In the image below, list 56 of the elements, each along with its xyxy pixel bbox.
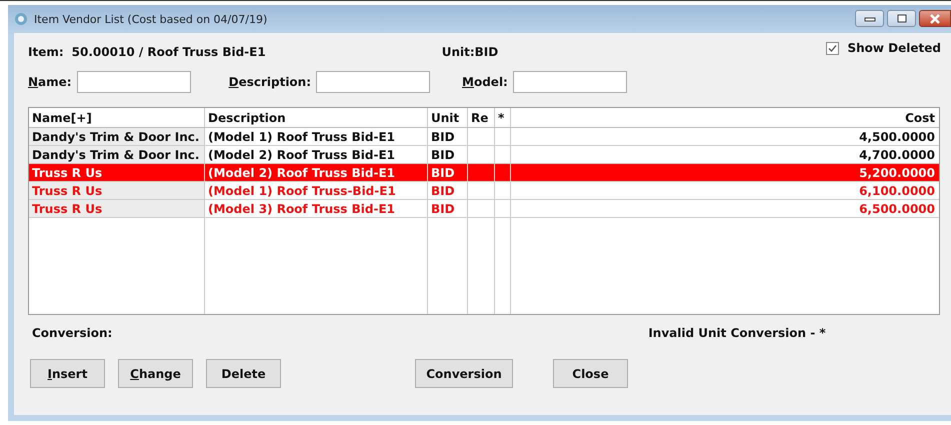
table-cell: Dandy's Trim & Door Inc. xyxy=(32,148,200,162)
column-header[interactable]: Name[+] xyxy=(29,108,205,127)
table-row[interactable]: Truss R Us (Model 1) Roof Truss-Bid-E1 BID 6,100.0000 xyxy=(29,182,939,200)
conversion-label: Conversion: xyxy=(32,326,112,340)
action-button[interactable]: Insert xyxy=(30,359,105,388)
invalid-conversion-note: Invalid Unit Conversion - * xyxy=(648,326,826,340)
filter-label: Name: xyxy=(28,75,72,89)
minimize-icon xyxy=(864,16,876,22)
table-cell: (Model 3) Roof Truss Bid-E1 xyxy=(208,202,395,216)
filter-label: Model: xyxy=(462,75,508,89)
close-button[interactable] xyxy=(919,10,951,27)
table-cell: Truss R Us xyxy=(32,166,102,180)
table-cell: (Model 2) Roof Truss Bid-E1 xyxy=(208,166,395,180)
minimize-button[interactable] xyxy=(855,10,884,27)
table-cell: (Model 1) Roof Truss-Bid-E1 xyxy=(208,184,396,198)
input-field[interactable] xyxy=(316,71,430,93)
table-row[interactable]: Dandy's Trim & Door Inc. (Model 1) Roof Truss Bid-E1 BID 4,500.0000 xyxy=(29,128,939,146)
table-cell: BID xyxy=(431,184,455,198)
show-deleted-checkbox[interactable] xyxy=(826,42,840,54)
table-cell: (Model 1) Roof Truss Bid-E1 xyxy=(208,130,395,144)
app-icon xyxy=(14,12,28,26)
table-cell: BID xyxy=(431,148,455,162)
maximize-button[interactable] xyxy=(887,10,916,27)
close-icon xyxy=(929,14,941,24)
table-cell: BID xyxy=(431,202,455,216)
table-cell: 4,700.0000 xyxy=(859,148,935,162)
item-value: 50.00010 / Roof Truss Bid-E1 xyxy=(72,45,266,59)
input-field[interactable] xyxy=(512,71,627,93)
table-cell: Dandy's Trim & Door Inc. xyxy=(32,130,200,144)
column-header[interactable]: * xyxy=(495,108,511,127)
item-label: Item: xyxy=(28,45,64,59)
table-cell: (Model 2) Roof Truss Bid-E1 xyxy=(208,148,395,162)
table-cell: 6,100.0000 xyxy=(859,184,935,198)
table-row[interactable]: Truss R Us (Model 2) Roof Truss Bid-E1 BID 5,200.0000 xyxy=(29,164,939,182)
action-button[interactable]: Delete xyxy=(206,359,281,388)
maximize-icon xyxy=(896,14,908,24)
table-cell: BID xyxy=(431,130,455,144)
table-row[interactable]: Truss R Us (Model 3) Roof Truss Bid-E1 BID 6,500.0000 xyxy=(29,200,939,218)
table-cell: BID xyxy=(431,166,455,180)
column-header[interactable]: Re xyxy=(468,108,495,127)
table-cell: 4,500.0000 xyxy=(859,130,935,144)
action-button[interactable]: Conversion xyxy=(415,359,513,388)
table-cell: Truss R Us xyxy=(32,184,102,198)
show-deleted-label: Show Deleted xyxy=(847,41,941,55)
unit-label: Unit:BID xyxy=(442,45,498,59)
filter-label: Description: xyxy=(228,75,312,89)
column-header[interactable]: Cost xyxy=(511,108,939,127)
table-cell: Truss R Us xyxy=(32,202,102,216)
action-button[interactable]: Close xyxy=(553,359,628,388)
column-header[interactable]: Unit xyxy=(428,108,468,127)
column-header[interactable]: Description xyxy=(205,108,428,127)
table-cell: 6,500.0000 xyxy=(859,202,935,216)
input-field[interactable] xyxy=(76,71,191,93)
action-button[interactable]: Change xyxy=(118,359,193,388)
window-title: Item Vendor List (Cost based on 04/07/19) xyxy=(34,12,268,26)
table-cell: 5,200.0000 xyxy=(859,166,935,180)
